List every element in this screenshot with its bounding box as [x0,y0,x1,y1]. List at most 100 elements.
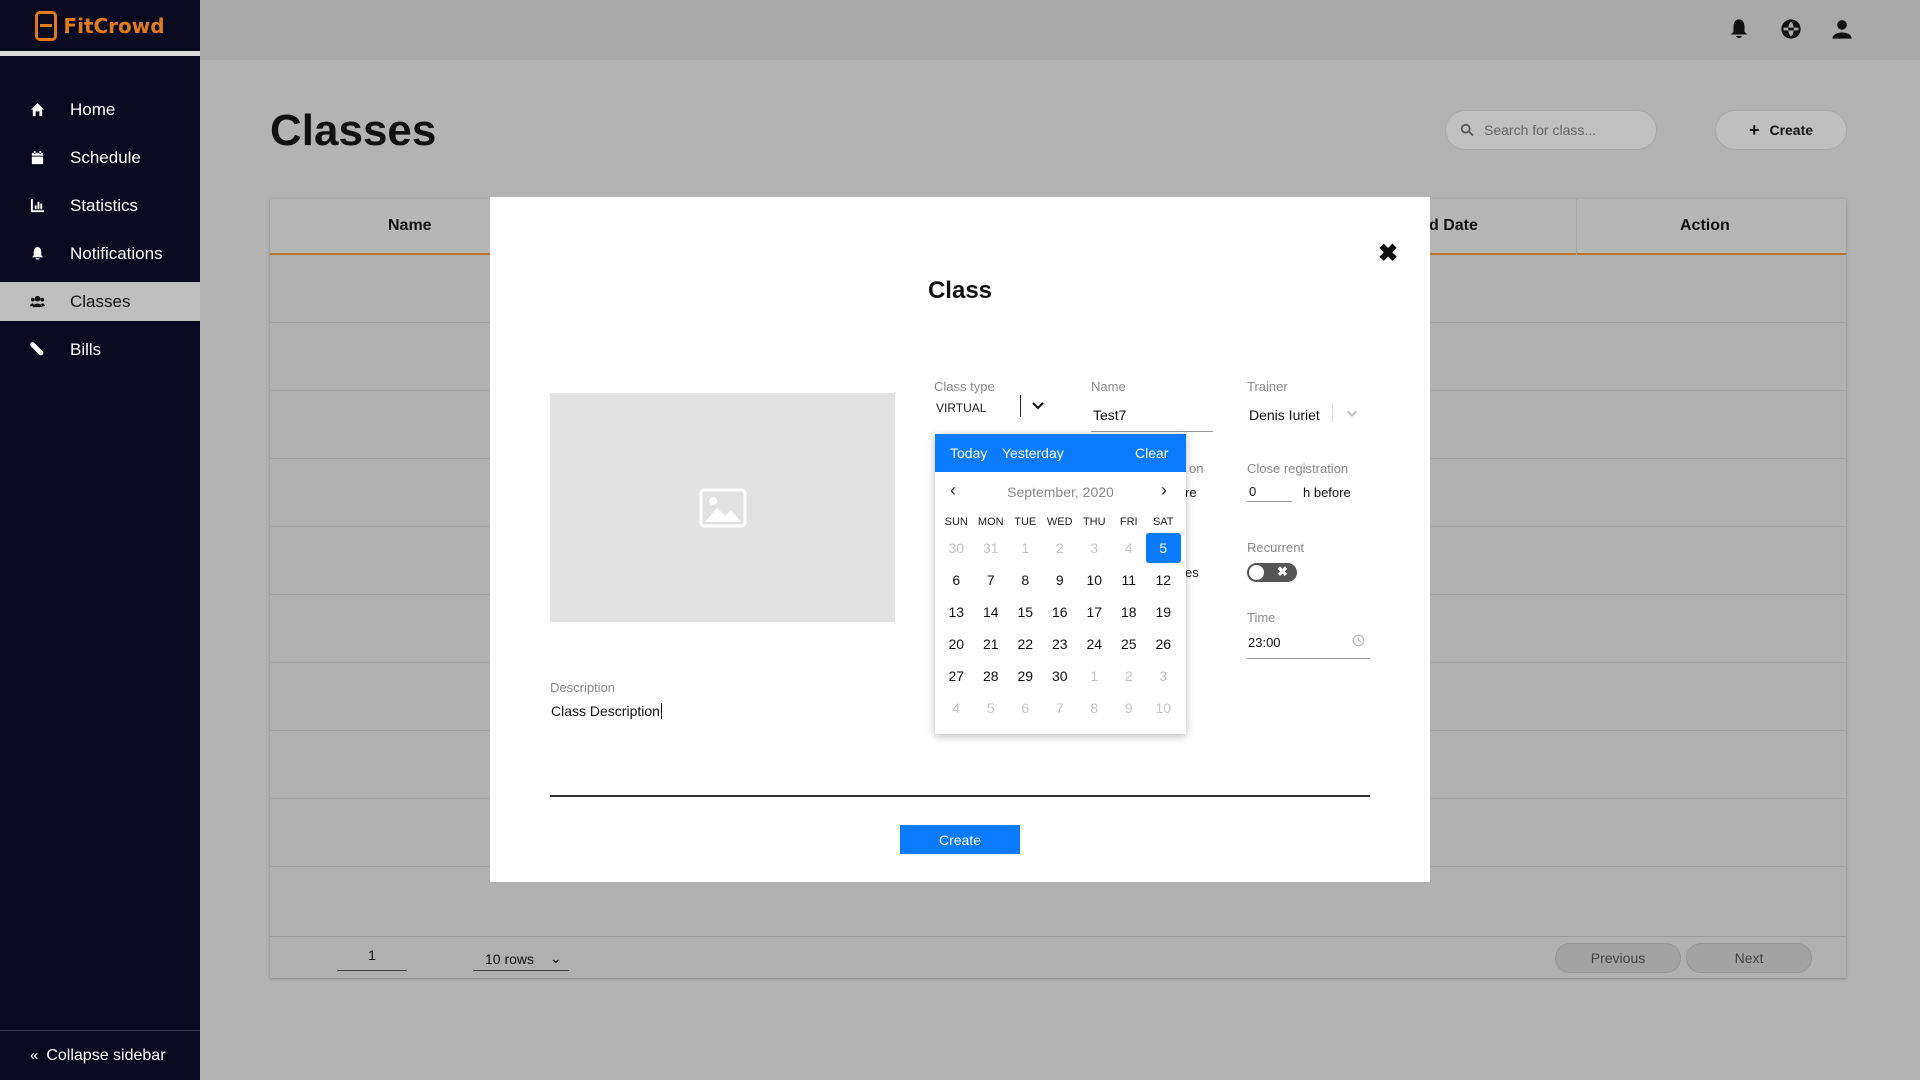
sidebar-item-label: Bills [70,339,102,359]
brand-logo[interactable]: FitCrowd [0,0,200,56]
calendar-day[interactable]: 3 [1146,660,1181,692]
rows-per-page-value: 10 rows [485,950,535,967]
calendar-day[interactable]: 22 [1008,628,1043,660]
class-type-select[interactable]: VIRTUAL [934,393,1054,421]
calendar-day[interactable]: 2 [1112,660,1147,692]
calendar-day[interactable]: 23 [1043,628,1078,660]
create-class-label: Create [1769,122,1814,138]
calendar-day[interactable]: 15 [1008,596,1043,628]
calendar-day[interactable]: 4 [939,692,974,724]
calendar-day[interactable]: 13 [939,596,974,628]
close-registration-input[interactable]: 0 [1247,484,1292,502]
clear-button[interactable]: Clear [1135,445,1168,461]
time-label: Time [1247,610,1276,625]
today-button[interactable]: Today [950,445,987,461]
calendar-day[interactable]: 1 [1008,532,1043,564]
calendar-day[interactable]: 8 [1008,564,1043,596]
calendar-day[interactable]: 16 [1043,596,1078,628]
calendar-day[interactable]: 18 [1112,596,1147,628]
calendar-day[interactable]: 2 [1043,532,1078,564]
user-icon[interactable] [1831,18,1853,40]
calendar-day[interactable]: 1 [1077,660,1112,692]
search-box[interactable] [1445,110,1657,150]
calendar-day[interactable]: 27 [939,660,974,692]
weekday-label: WED [1046,516,1073,528]
previous-page-button[interactable]: Previous [1555,943,1681,973]
month-label[interactable]: September, 2020 [935,484,1186,500]
close-registration-suffix: h before [1303,485,1351,500]
calendar-day[interactable]: 6 [939,564,974,596]
collapse-sidebar-label: Collapse sidebar [46,1046,166,1064]
weekday-header: SUN MON TUE WED THU FRI SAT [935,516,1186,528]
calendar-day[interactable]: 25 [1112,628,1147,660]
calendar-day[interactable]: 14 [974,596,1009,628]
name-input[interactable]: Test7 [1093,407,1126,423]
calendar-day[interactable]: 26 [1146,628,1181,660]
bell-icon [29,246,45,262]
sidebar-item-classes[interactable]: Classes [0,282,200,321]
class-type-label: Class type [934,379,995,394]
search-input[interactable] [1484,122,1644,138]
clock-icon[interactable] [1352,634,1365,647]
globe-icon[interactable] [1780,18,1802,40]
date-picker-quick-bar: Today Yesterday Clear [935,434,1186,472]
calendar-day[interactable]: 24 [1077,628,1112,660]
calendar-day[interactable]: 29 [1008,660,1043,692]
month-navigation: ‹ September, 2020 › [935,472,1186,512]
calendar-day[interactable]: 19 [1146,596,1181,628]
calendar-day[interactable]: 8 [1077,692,1112,724]
calendar-day[interactable]: 31 [974,532,1009,564]
weekday-label: FRI [1119,516,1138,528]
calendar-day-selected[interactable]: 5 [1146,533,1181,563]
chevron-right-icon[interactable]: › [1161,480,1167,501]
calendar-day[interactable]: 7 [974,564,1009,596]
calendar-day[interactable]: 17 [1077,596,1112,628]
collapse-sidebar-button[interactable]: « Collapse sidebar [0,1030,200,1080]
sidebar-item-schedule[interactable]: Schedule [0,138,200,177]
calendar-day[interactable]: 4 [1112,532,1147,564]
calendar-day[interactable]: 21 [974,628,1009,660]
time-input[interactable]: 23:00 [1248,635,1281,650]
description-input[interactable]: Class Description [551,703,662,719]
calendar-day[interactable]: 6 [1008,692,1043,724]
select-divider [1332,404,1333,422]
rows-per-page-select[interactable]: 10 rows ⌄ [473,947,569,971]
calendar-day[interactable]: 28 [974,660,1009,692]
name-underline [1091,431,1213,432]
sidebar-item-home[interactable]: Home [0,90,200,129]
calendar-day[interactable]: 20 [939,628,974,660]
bell-icon[interactable] [1728,18,1750,40]
pill-icon [29,342,45,358]
create-button[interactable]: Create [900,825,1020,854]
calendar-day[interactable]: 9 [1112,692,1147,724]
sidebar-item-statistics[interactable]: Statistics [0,186,200,225]
calendar-day[interactable]: 3 [1077,532,1112,564]
next-page-button[interactable]: Next [1686,943,1812,973]
chevron-down-icon[interactable] [1345,406,1359,420]
create-class-button[interactable]: + Create [1715,110,1847,150]
calendar-day[interactable]: 30 [939,532,974,564]
image-upload-area[interactable] [550,393,895,622]
calendar-day[interactable]: 9 [1043,564,1078,596]
sidebar-item-label: Notifications [70,243,163,263]
calendar-day[interactable]: 10 [1146,692,1181,724]
close-icon: ✖ [1277,564,1288,579]
calendar-day[interactable]: 30 [1043,660,1078,692]
sidebar-item-notifications[interactable]: Notifications [0,234,200,273]
close-registration-label: Close registration [1247,461,1349,476]
page-number-input[interactable]: 1 [337,947,407,971]
calendar-day[interactable]: 7 [1043,692,1078,724]
calendar-day[interactable]: 12 [1146,564,1181,596]
calendar-day[interactable]: 10 [1077,564,1112,596]
weekday-label: THU [1082,516,1106,528]
calendar-day[interactable]: 5 [974,692,1009,724]
sidebar: FitCrowd Home Schedule Statistics Notifi… [0,0,200,1080]
trainer-select[interactable]: Denis Iuriet [1249,407,1320,423]
recurrent-toggle[interactable]: ✖ [1247,563,1297,582]
close-icon[interactable]: ✖ [1378,242,1398,266]
column-header-end-date[interactable]: d Date [1429,217,1478,235]
column-header-name[interactable]: Name [388,217,432,235]
yesterday-button[interactable]: Yesterday [1002,445,1064,461]
calendar-day[interactable]: 11 [1112,564,1147,596]
sidebar-item-bills[interactable]: Bills [0,330,200,369]
